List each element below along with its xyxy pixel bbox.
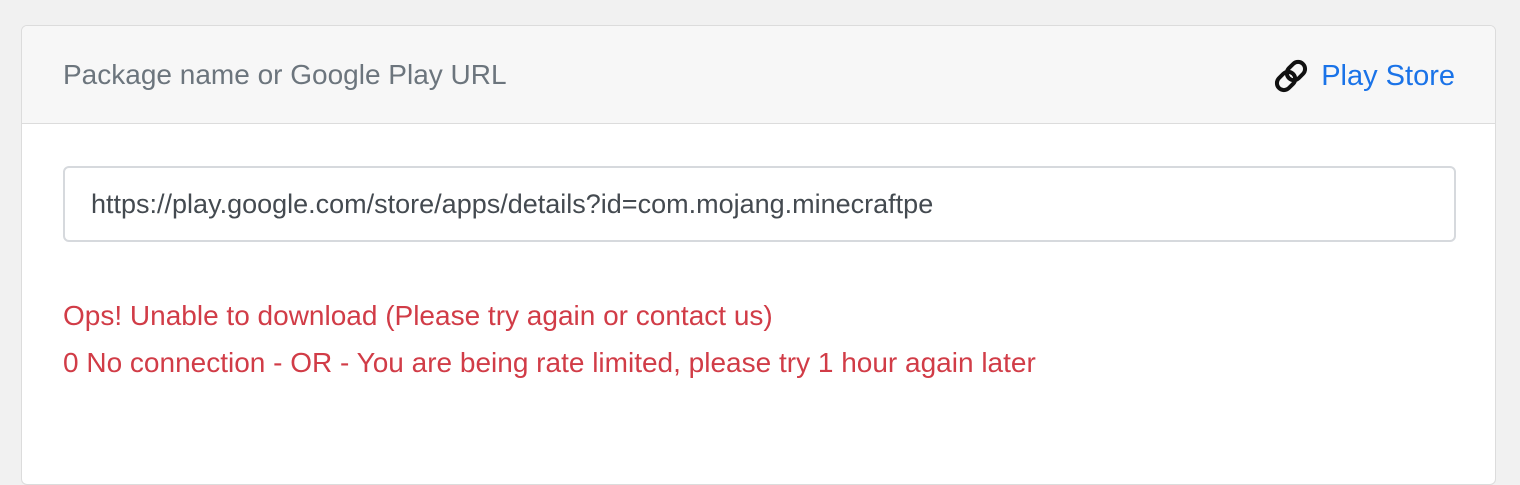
link-icon xyxy=(1271,56,1311,96)
error-detail: 0 No connection - OR - You are being rat… xyxy=(63,347,1036,378)
play-store-link-label: Play Store xyxy=(1321,60,1455,92)
card-header: Package name or Google Play URL Play Sto… xyxy=(22,26,1495,124)
download-card: Package name or Google Play URL Play Sto… xyxy=(21,25,1496,485)
card-title: Package name or Google Play URL xyxy=(63,59,507,90)
error-message: Ops! Unable to download (Please try agai… xyxy=(63,300,773,331)
play-store-link[interactable]: Play Store xyxy=(1271,56,1455,96)
url-input[interactable] xyxy=(63,166,1456,242)
